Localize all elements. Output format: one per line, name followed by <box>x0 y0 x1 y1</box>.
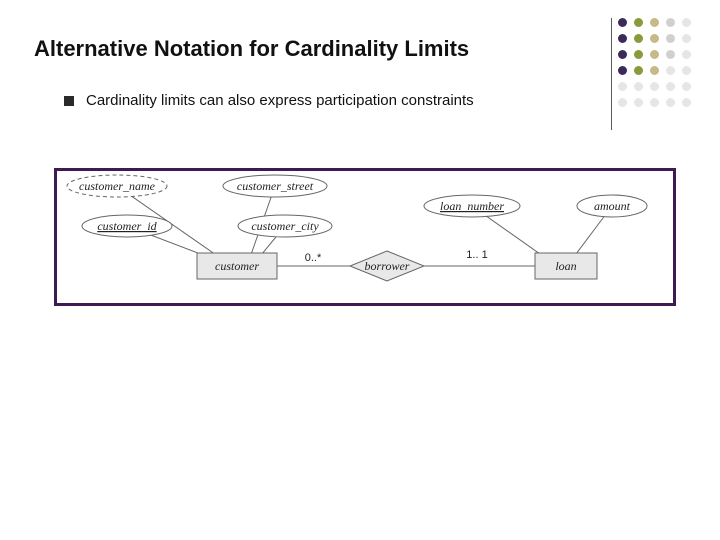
bullet-text: Cardinality limits can also express part… <box>86 92 474 109</box>
entity-loan-label: loan <box>555 259 576 273</box>
deco-dot <box>618 66 627 75</box>
square-bullet-icon <box>64 96 74 106</box>
deco-dot <box>650 98 659 107</box>
header-divider <box>611 18 612 130</box>
deco-dot <box>634 18 643 27</box>
deco-dot <box>634 82 643 91</box>
bullet-line: Cardinality limits can also express part… <box>64 92 474 109</box>
deco-dot <box>634 66 643 75</box>
deco-dot <box>650 18 659 27</box>
deco-dot <box>618 98 627 107</box>
deco-dot <box>682 50 691 59</box>
cardinality-left: 0..* <box>305 252 322 264</box>
deco-dot <box>618 82 627 91</box>
attr-customer-city-label: customer_city <box>251 219 319 233</box>
attr-customer-name-label: customer_name <box>79 179 156 193</box>
deco-dot <box>682 98 691 107</box>
er-diagram-frame: customer loan borrower 0..* 1.. 1 custom… <box>54 168 676 306</box>
deco-dot <box>666 82 675 91</box>
deco-dot <box>650 82 659 91</box>
attr-customer-street-label: customer_street <box>237 179 314 193</box>
deco-dot <box>682 18 691 27</box>
corner-dot-grid <box>618 18 698 114</box>
deco-dot <box>618 50 627 59</box>
slide-title: Alternative Notation for Cardinality Lim… <box>34 36 469 62</box>
deco-dot <box>650 50 659 59</box>
deco-dot <box>618 34 627 43</box>
deco-dot <box>666 34 675 43</box>
deco-dot <box>682 34 691 43</box>
deco-dot <box>634 50 643 59</box>
deco-dot <box>634 98 643 107</box>
deco-dot <box>666 66 675 75</box>
attr-loan-number-label: loan_number <box>440 199 504 213</box>
deco-dot <box>650 66 659 75</box>
deco-dot <box>666 50 675 59</box>
attr-customer-id-label: customer_id <box>97 219 157 233</box>
attr-amount-label: amount <box>594 199 631 213</box>
deco-dot <box>682 66 691 75</box>
er-diagram-svg: customer loan borrower 0..* 1.. 1 custom… <box>57 171 673 303</box>
deco-dot <box>618 18 627 27</box>
relationship-borrower-label: borrower <box>365 259 410 273</box>
deco-dot <box>634 34 643 43</box>
cardinality-right: 1.. 1 <box>466 249 487 261</box>
entity-customer-label: customer <box>215 259 259 273</box>
deco-dot <box>666 98 675 107</box>
deco-dot <box>650 34 659 43</box>
deco-dot <box>682 82 691 91</box>
deco-dot <box>666 18 675 27</box>
